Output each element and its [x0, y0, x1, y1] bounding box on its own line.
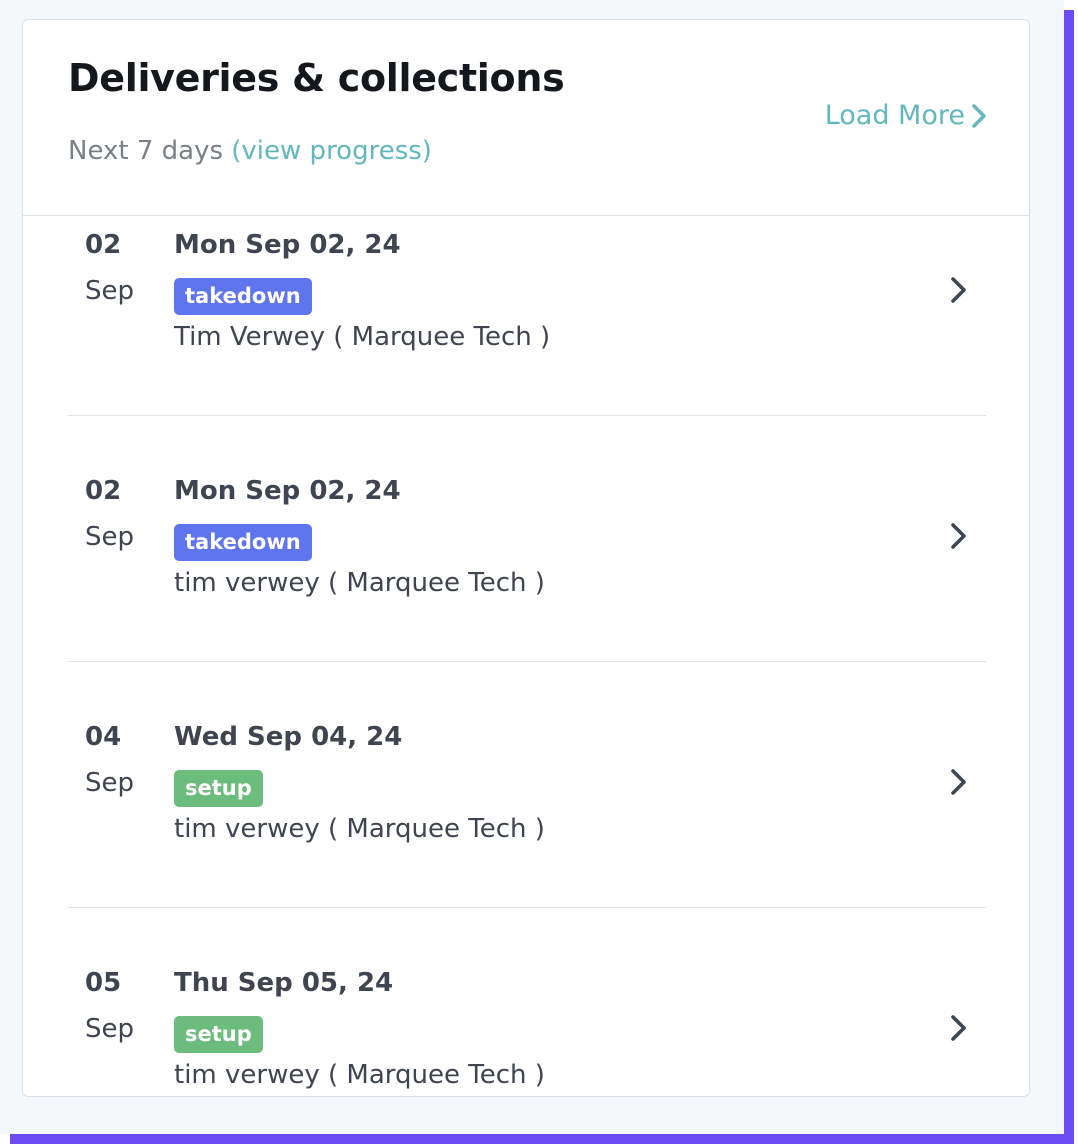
item-day: 05	[85, 968, 122, 998]
item-customer: tim verwey ( Marquee Tech )	[174, 814, 545, 844]
deliveries-card: Deliveries & collections Next 7 days (vi…	[22, 19, 1030, 1097]
item-month: Sep	[85, 1014, 135, 1044]
item-customer: tim verwey ( Marquee Tech )	[174, 568, 545, 598]
load-more-button[interactable]: Load More	[825, 100, 987, 131]
delivery-item[interactable]: 02 Sep Mon Sep 02, 24 takedown Tim Verwe…	[68, 216, 986, 416]
card-title: Deliveries & collections	[68, 56, 565, 100]
chevron-right-icon[interactable]	[948, 275, 970, 305]
card-header: Deliveries & collections Next 7 days (vi…	[23, 20, 1029, 216]
subtitle-text: Next 7 days	[68, 136, 224, 166]
item-date: Thu Sep 05, 24	[174, 968, 394, 998]
item-day: 04	[85, 722, 122, 752]
delivery-list: 02 Sep Mon Sep 02, 24 takedown Tim Verwe…	[68, 216, 986, 1096]
item-day: 02	[85, 230, 122, 260]
item-type-badge: takedown	[174, 278, 312, 315]
chevron-right-icon[interactable]	[948, 521, 970, 551]
item-type-badge: takedown	[174, 524, 312, 561]
card-subtitle: Next 7 days (view progress)	[68, 136, 432, 166]
item-date: Mon Sep 02, 24	[174, 476, 401, 506]
item-month: Sep	[85, 768, 135, 798]
page-frame: Deliveries & collections Next 7 days (vi…	[0, 0, 1064, 1134]
item-customer: tim verwey ( Marquee Tech )	[174, 1060, 545, 1090]
chevron-right-icon[interactable]	[948, 1013, 970, 1043]
item-type-badge: setup	[174, 770, 263, 807]
chevron-right-icon	[972, 103, 986, 128]
delivery-item[interactable]: 04 Sep Wed Sep 04, 24 setup tim verwey (…	[68, 662, 986, 908]
chevron-right-icon[interactable]	[948, 767, 970, 797]
item-month: Sep	[85, 522, 135, 552]
delivery-item[interactable]: 02 Sep Mon Sep 02, 24 takedown tim verwe…	[68, 416, 986, 662]
delivery-item[interactable]: 05 Sep Thu Sep 05, 24 setup tim verwey (…	[68, 908, 986, 1096]
item-customer: Tim Verwey ( Marquee Tech )	[174, 322, 551, 352]
item-day: 02	[85, 476, 122, 506]
item-type-badge: setup	[174, 1016, 263, 1053]
view-progress-link[interactable]: (view progress)	[231, 136, 432, 166]
item-date: Wed Sep 04, 24	[174, 722, 403, 752]
item-month: Sep	[85, 276, 135, 306]
load-more-label: Load More	[824, 100, 965, 131]
item-date: Mon Sep 02, 24	[174, 230, 401, 260]
